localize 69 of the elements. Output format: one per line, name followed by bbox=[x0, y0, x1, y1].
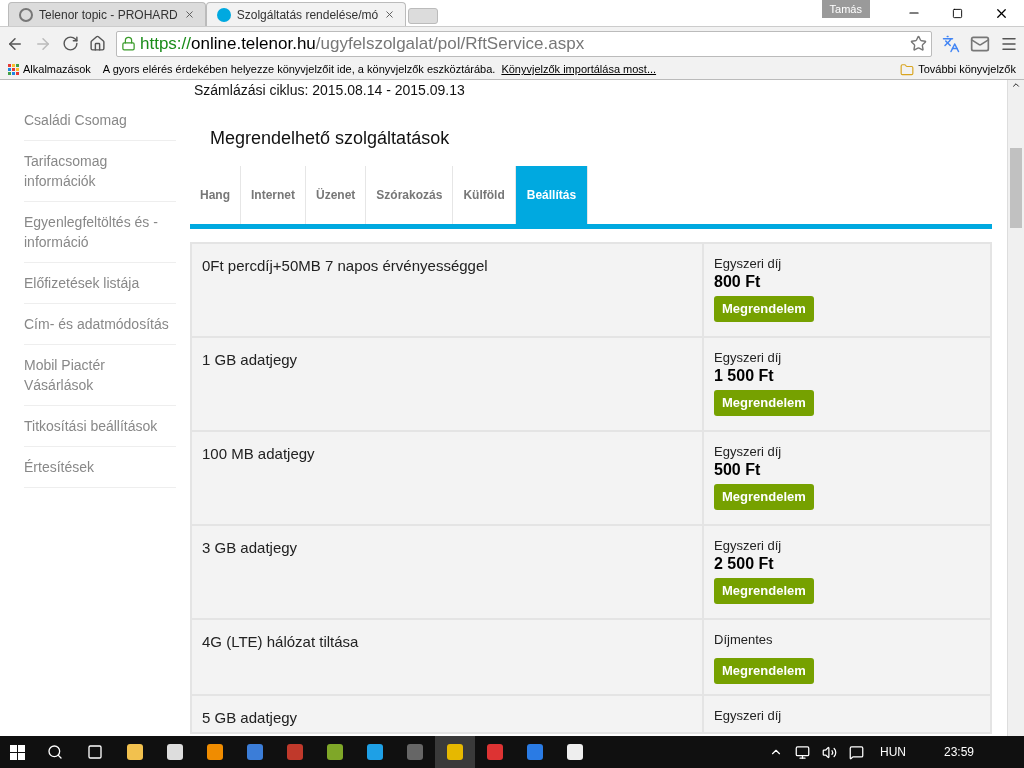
address-bar[interactable]: https://online.telenor.hu/ugyfelszolgalat/pol/RftService.aspx bbox=[116, 30, 932, 57]
url-text: https://online.telenor.hu/ugyfelszolgalat/pol/RftService.aspx bbox=[140, 32, 586, 55]
order-button[interactable]: Megrendelem bbox=[714, 390, 814, 416]
browser-tab[interactable]: Telenor topic - PROHARD bbox=[8, 2, 206, 26]
browser-tab[interactable]: Szolgáltatás rendelése/mó bbox=[205, 2, 407, 26]
app-icon[interactable] bbox=[127, 744, 143, 760]
tab-title: Szolgáltatás rendelése/mó bbox=[236, 6, 379, 24]
lock-icon bbox=[121, 36, 136, 51]
sidebar-item[interactable]: Értesítések bbox=[24, 447, 176, 488]
billing-cycle: Számlázási ciklus: 2015.08.14 - 2015.09.13 bbox=[194, 81, 466, 99]
task-view-icon[interactable] bbox=[87, 744, 103, 760]
app-icon[interactable] bbox=[207, 744, 223, 760]
service-name: 5 GB adatjegy bbox=[202, 709, 298, 726]
service-name: 0Ft percdíj+50MB 7 napos érvényességgel bbox=[202, 257, 488, 274]
notification-icon[interactable] bbox=[848, 744, 864, 760]
service-name: 4G (LTE) hálózat tiltása bbox=[202, 633, 359, 650]
clock[interactable]: 23:59 bbox=[943, 743, 974, 761]
fee-label: Díjmentes bbox=[714, 632, 773, 648]
fee-label: Egyszeri díj bbox=[714, 350, 782, 366]
language-indicator[interactable]: HUN bbox=[879, 743, 906, 761]
price: 1 500 Ft bbox=[714, 366, 774, 386]
home-icon[interactable] bbox=[89, 35, 106, 52]
order-button[interactable]: Megrendelem bbox=[714, 296, 814, 322]
logo-icon bbox=[216, 7, 231, 22]
profile-name[interactable]: Tamás bbox=[821, 0, 870, 18]
category-tab[interactable]: Beállítás bbox=[515, 166, 589, 224]
price: 800 Ft bbox=[714, 272, 761, 292]
sidebar-item[interactable]: Cím- és adatmódosítás bbox=[24, 304, 176, 345]
price: 500 Ft bbox=[714, 460, 761, 480]
service-name: 3 GB adatjegy bbox=[202, 539, 298, 556]
folder-icon bbox=[900, 62, 915, 77]
search-icon[interactable] bbox=[47, 744, 63, 760]
windows-logo-icon[interactable] bbox=[10, 744, 25, 760]
bookmarks-hint: A gyors elérés érdekében helyezze könyvjelzőit ide, a könyvjelzők eszköztárába. bbox=[102, 62, 496, 78]
page-icon bbox=[19, 7, 33, 22]
sidebar-item[interactable]: Tarifacsomag információk bbox=[24, 141, 176, 202]
translate-icon[interactable] bbox=[942, 34, 960, 53]
sidebar-item[interactable]: Előfizetések listája bbox=[24, 263, 176, 304]
order-button[interactable]: Megrendelem bbox=[714, 484, 814, 510]
apps-icon bbox=[8, 64, 19, 75]
restore-icon[interactable] bbox=[952, 8, 963, 19]
fee-label: Egyszeri díj bbox=[714, 538, 782, 554]
other-bookmarks[interactable]: További könyvjelzők bbox=[918, 61, 1016, 78]
sidebar-item[interactable]: Családi Csomag bbox=[24, 100, 176, 141]
star-icon[interactable] bbox=[910, 35, 927, 52]
service-name: 1 GB adatjegy bbox=[202, 351, 298, 368]
app-icon[interactable] bbox=[567, 744, 583, 760]
section-heading: Megrendelhető szolgáltatások bbox=[210, 127, 451, 150]
apps-link[interactable]: Alkalmazások bbox=[23, 61, 91, 78]
app-icon[interactable] bbox=[327, 744, 343, 760]
sidebar-item[interactable]: Titkosítási beállítások bbox=[24, 406, 176, 447]
price: 2 500 Ft bbox=[714, 554, 774, 574]
scroll-up-icon[interactable] bbox=[1011, 80, 1021, 90]
reload-icon[interactable] bbox=[62, 35, 79, 52]
sidebar-item[interactable]: Mobil Piactér Vásárlások bbox=[24, 345, 176, 406]
service-name: 100 MB adatjegy bbox=[202, 445, 315, 462]
fee-label: Egyszeri díj bbox=[714, 444, 782, 460]
import-link[interactable]: Könyvjelzők importálása most... bbox=[501, 61, 657, 78]
app-icon[interactable] bbox=[367, 744, 383, 760]
fee-label: Egyszeri díj bbox=[714, 708, 782, 724]
order-button[interactable]: Megrendelem bbox=[714, 658, 814, 684]
volume-icon[interactable] bbox=[821, 744, 837, 760]
close-icon[interactable] bbox=[994, 6, 1009, 21]
fee-label: Egyszeri díj bbox=[714, 256, 782, 272]
tab-title: Telenor topic - PROHARD bbox=[39, 6, 178, 24]
order-button[interactable]: Megrendelem bbox=[714, 578, 814, 604]
sidebar-item[interactable]: Egyenlegfeltöltés és - információ bbox=[24, 202, 176, 263]
scroll-thumb[interactable] bbox=[1010, 148, 1022, 228]
app-icon[interactable] bbox=[167, 744, 183, 760]
